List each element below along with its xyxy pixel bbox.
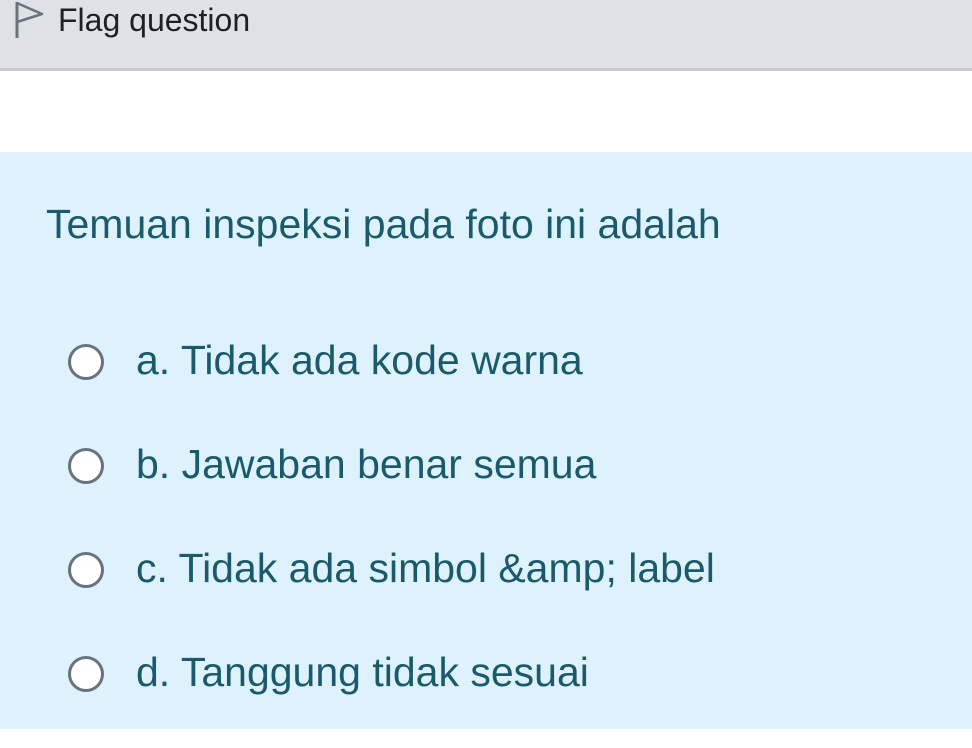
- content-spacer: [0, 71, 972, 152]
- answer-option-b[interactable]: b. Jawaban benar semua: [68, 436, 948, 540]
- answer-label[interactable]: a. Tidak ada kode warna: [136, 336, 583, 384]
- answer-label[interactable]: d. Tanggung tidak sesuai: [136, 648, 589, 696]
- answer-option-a[interactable]: a. Tidak ada kode warna: [68, 332, 948, 436]
- flag-question-link[interactable]: Flag question: [12, 0, 250, 40]
- flag-question-label[interactable]: Flag question: [58, 0, 250, 40]
- radio-button[interactable]: [68, 448, 104, 484]
- answer-label[interactable]: c. Tidak ada simbol &amp; label: [136, 544, 715, 592]
- flag-icon: [12, 0, 46, 40]
- answer-option-d[interactable]: d. Tanggung tidak sesuai: [68, 644, 948, 748]
- question-text: Temuan inspeksi pada foto ini adalah: [46, 201, 721, 247]
- question-info-bar: Flag question: [0, 0, 972, 71]
- answer-option-c[interactable]: c. Tidak ada simbol &amp; label: [68, 540, 948, 644]
- radio-button[interactable]: [68, 552, 104, 588]
- radio-button[interactable]: [68, 344, 104, 380]
- answer-label[interactable]: b. Jawaban benar semua: [136, 440, 596, 488]
- question-panel: Temuan inspeksi pada foto ini adalah a. …: [0, 152, 972, 729]
- radio-button[interactable]: [68, 656, 104, 692]
- answer-list: a. Tidak ada kode warna b. Jawaban benar…: [68, 332, 948, 748]
